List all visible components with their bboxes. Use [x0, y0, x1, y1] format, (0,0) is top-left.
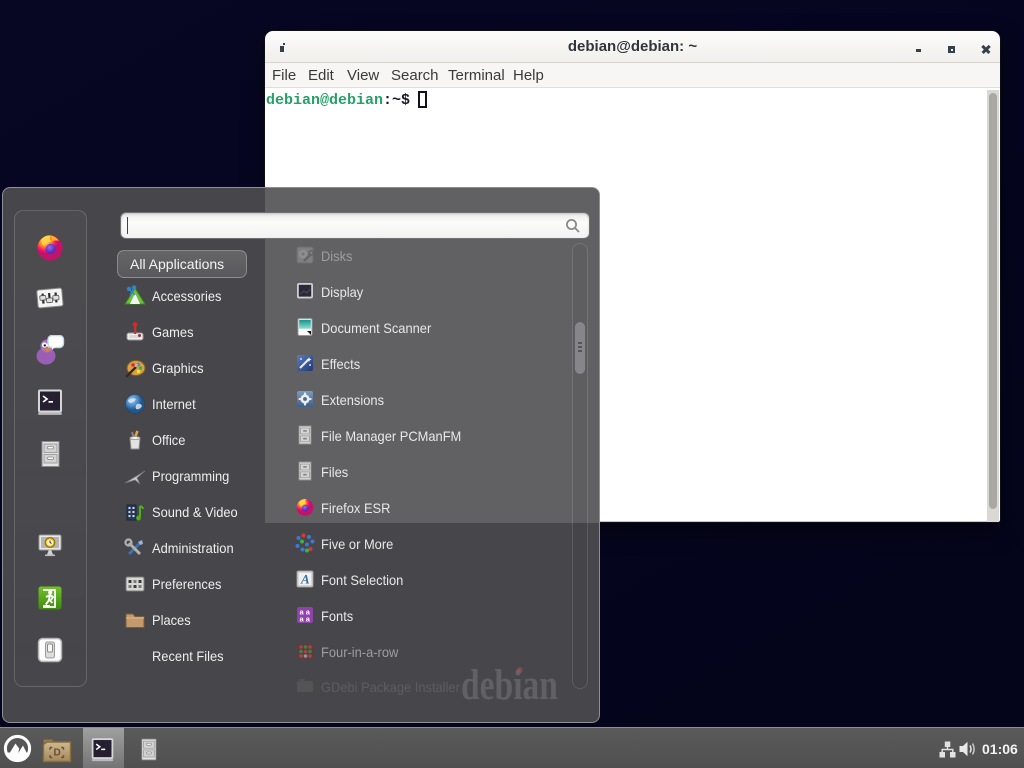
svg-text:D: D [54, 748, 61, 759]
svg-text:a a: a a [300, 614, 311, 623]
svg-text:A: A [300, 571, 310, 586]
